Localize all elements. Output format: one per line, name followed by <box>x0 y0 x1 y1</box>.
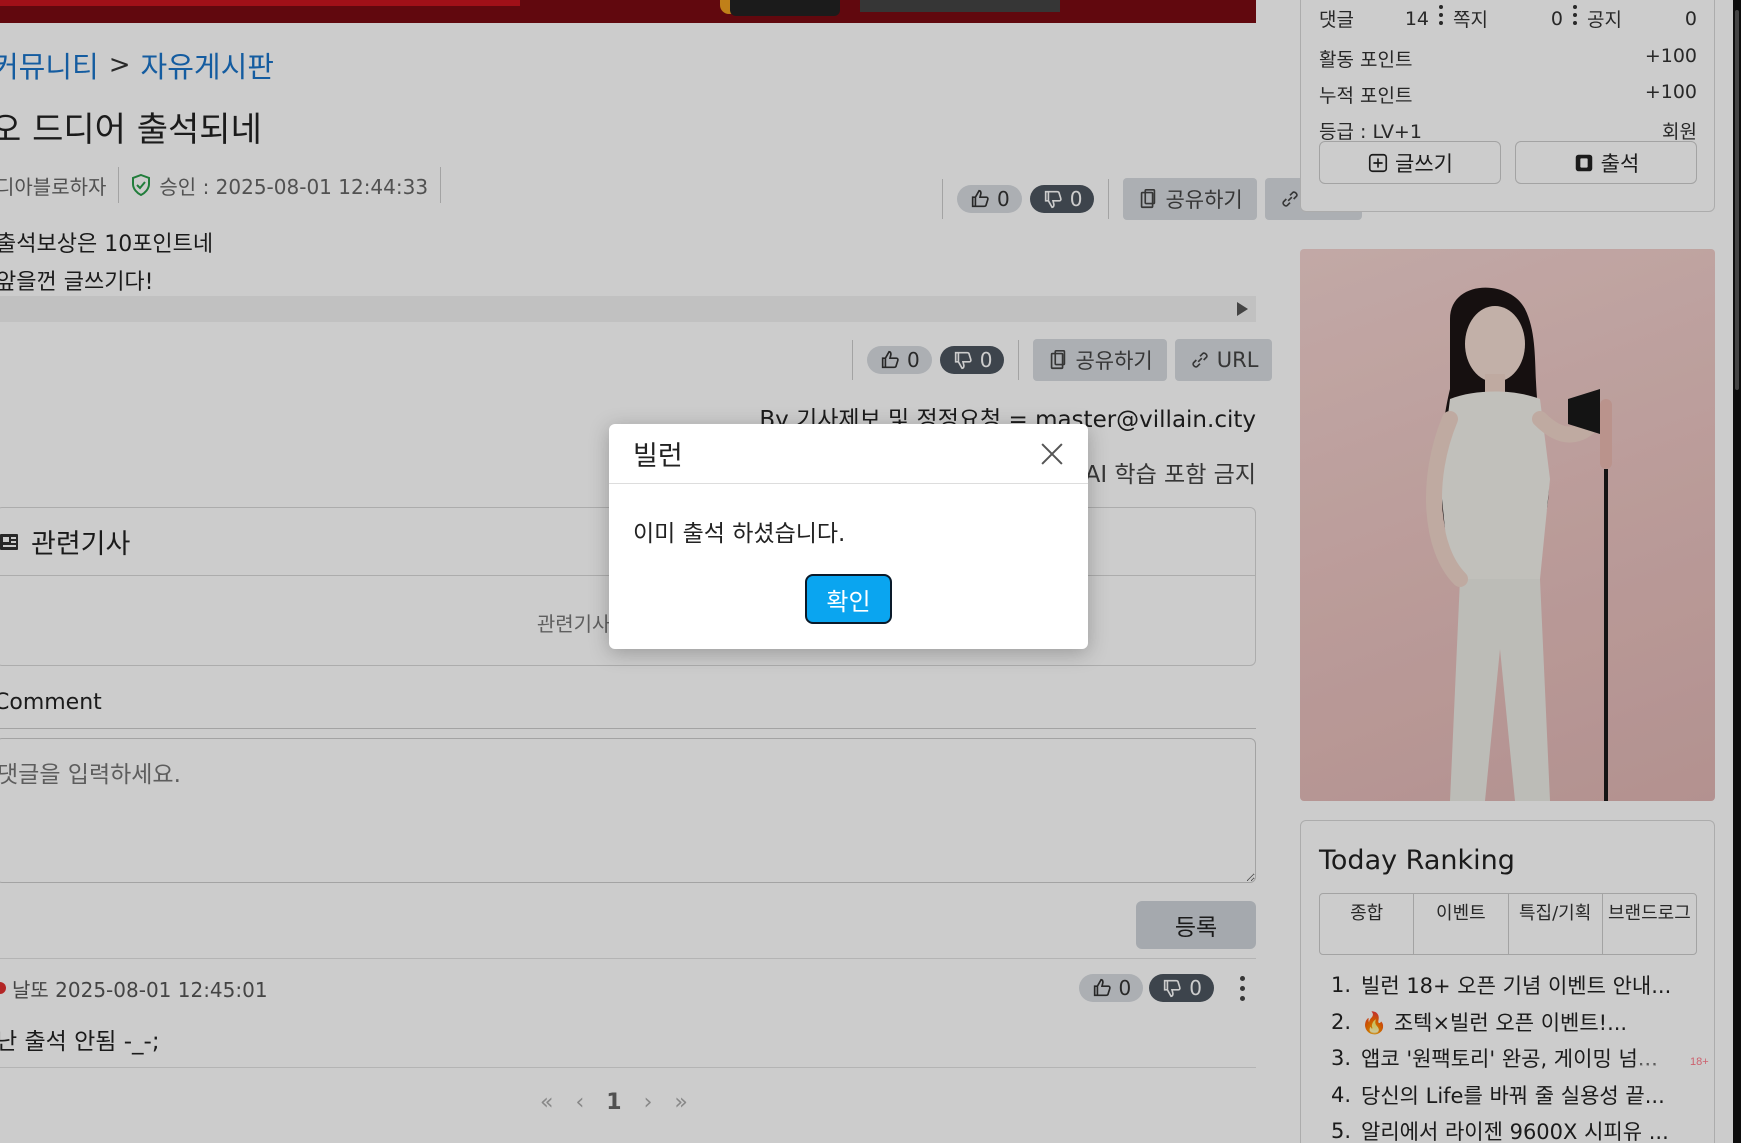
modal-header: 빌런 <box>609 424 1088 484</box>
modal-ok-button[interactable]: 확인 <box>805 574 892 624</box>
modal-message: 이미 출석 하셨습니다. <box>633 521 846 547</box>
page: 커뮤니티 > 자유게시판 오 드디어 출석되네 디아블로하자 승인 : 2025… <box>0 0 1741 1143</box>
close-icon[interactable] <box>1038 440 1066 468</box>
alert-modal: 빌런 이미 출석 하셨습니다. 확인 <box>609 424 1088 649</box>
modal-title: 빌런 <box>633 441 683 472</box>
